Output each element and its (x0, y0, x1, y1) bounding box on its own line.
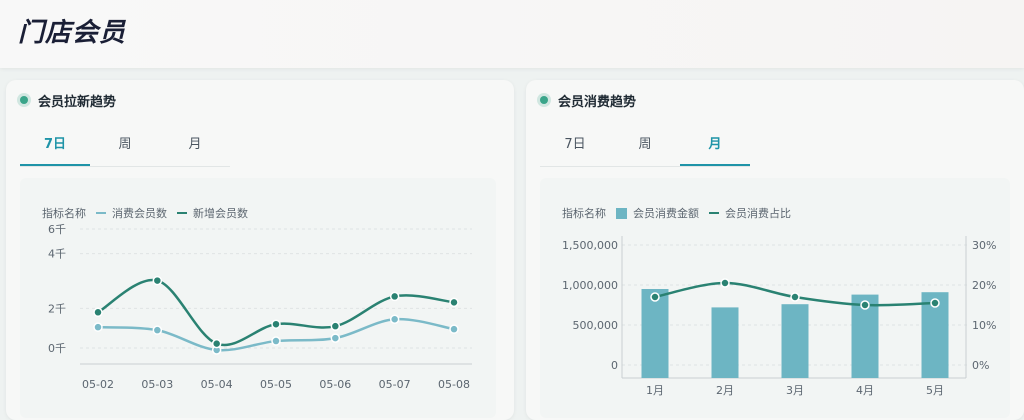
member-consumption-card: 会员消费趋势 7日 周 月 指标名称 会员消费金额 会员消费占比 1,500,0… (526, 80, 1024, 420)
y-tick-label: 6千 (48, 223, 66, 236)
period-tabs: 7日 周 月 (20, 128, 230, 167)
card-title: 会员消费趋势 (540, 90, 636, 110)
data-point (271, 336, 281, 346)
card-title-text: 会员消费趋势 (558, 94, 637, 110)
data-point (449, 324, 459, 334)
tab-7-days[interactable]: 7日 (540, 128, 610, 166)
bar (641, 289, 669, 378)
data-point (330, 321, 341, 331)
x-tick-label: 05-06 (319, 378, 351, 391)
data-point (93, 322, 103, 332)
x-tick-label: 4月 (856, 384, 874, 397)
x-tick-label: 1月 (646, 384, 664, 397)
card-title: 会员拉新趋势 (20, 90, 116, 110)
tab-month[interactable]: 月 (680, 128, 750, 166)
x-tick-label: 2月 (716, 384, 734, 397)
member-acquisition-chart: 6千 4千 2千 0千 05-02 05-03 05-04 05-05 05-06 05-07 05… (48, 223, 472, 391)
y2-tick-label: 0% (972, 359, 989, 372)
x-tick-label: 05-03 (141, 378, 173, 391)
tab-month[interactable]: 月 (160, 128, 230, 166)
data-point (389, 314, 400, 324)
x-tick-label: 05-07 (379, 378, 411, 391)
data-point (152, 275, 163, 286)
data-point (860, 300, 870, 310)
y-tick-label: 1,000,000 (562, 279, 618, 292)
chart-panel: 指标名称 会员消费金额 会员消费占比 1,500,000 1,000,000 500… (540, 178, 1010, 418)
member-acquisition-card: 会员拉新趋势 7日 周 月 指标名称 消费会员数 新增会员数 6千 4千 2千 0千 0… (6, 80, 514, 420)
data-point (330, 333, 341, 343)
y-tick-label: 1,500,000 (562, 239, 618, 252)
y2-tick-label: 30% (972, 239, 996, 252)
page-header: 门店会员 (0, 0, 1024, 68)
title-dot-icon (20, 96, 28, 104)
bar (781, 304, 809, 378)
period-tabs: 7日 周 月 (540, 128, 750, 167)
data-point (389, 291, 400, 302)
title-dot-icon (540, 96, 548, 104)
data-point (930, 298, 940, 308)
bar (711, 307, 739, 378)
x-tick-label: 05-02 (82, 378, 114, 391)
tab-week[interactable]: 周 (90, 128, 160, 166)
data-point (650, 292, 660, 302)
series-line (97, 278, 455, 347)
data-point (271, 319, 281, 329)
tab-7-days[interactable]: 7日 (20, 128, 90, 166)
data-point (211, 338, 222, 349)
data-point (152, 325, 163, 335)
data-point (449, 297, 459, 308)
y-tick-label: 2千 (48, 302, 66, 315)
y2-tick-label: 20% (972, 279, 996, 292)
data-point (790, 292, 800, 302)
x-tick-label: 05-05 (260, 378, 292, 391)
x-tick-label: 05-04 (201, 378, 233, 391)
x-tick-label: 3月 (786, 384, 804, 397)
y-tick-label: 0 (611, 359, 618, 372)
x-tick-label: 5月 (926, 384, 944, 397)
x-tick-label: 05-08 (438, 378, 470, 391)
member-consumption-chart: 1,500,000 1,000,000 500,000 0 30% 20% 10% 0% 1月 2… (562, 236, 996, 397)
page-title: 门店会员 (18, 18, 127, 48)
tab-week[interactable]: 周 (610, 128, 680, 166)
y-tick-label: 0千 (48, 342, 66, 355)
y-tick-label: 500,000 (573, 319, 619, 332)
card-title-text: 会员拉新趋势 (38, 94, 117, 110)
data-point (720, 278, 730, 288)
y2-tick-label: 10% (972, 319, 996, 332)
data-point (93, 307, 103, 318)
y-tick-label: 4千 (48, 248, 66, 261)
chart-panel: 指标名称 消费会员数 新增会员数 6千 4千 2千 0千 05-02 05-03 05-04… (20, 178, 496, 418)
